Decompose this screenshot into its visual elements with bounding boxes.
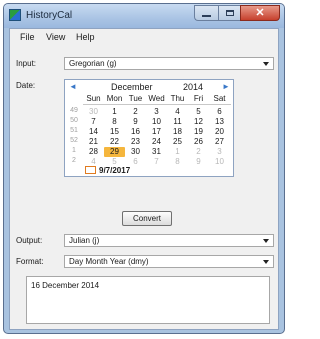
calendar-day[interactable]: 13 [209, 117, 230, 126]
calendar-day[interactable]: 4 [83, 157, 104, 166]
calendar-day-selected[interactable]: 29 [104, 147, 125, 157]
calendar-day[interactable]: 25 [167, 137, 188, 146]
calendar-day[interactable]: 3 [209, 147, 230, 156]
close-button[interactable]: ✕ [240, 5, 280, 21]
calendar-day[interactable]: 28 [83, 147, 104, 156]
weekday-label: Sat [213, 94, 226, 103]
week-number: 51 [70, 127, 78, 134]
calendar-day[interactable]: 10 [146, 117, 167, 126]
output-label: Output: [16, 236, 43, 245]
client-area: File View Help Input: Gregorian (g) Date… [9, 28, 279, 330]
week-number: 1 [72, 147, 76, 154]
calendar-day[interactable]: 5 [104, 157, 125, 166]
calendar-month[interactable]: December [111, 82, 153, 92]
calendar-day[interactable]: 20 [209, 127, 230, 136]
chevron-down-icon [263, 239, 269, 243]
today-link[interactable]: 9/7/2017 [99, 166, 130, 175]
calendar-day[interactable]: 6 [209, 107, 230, 116]
calendar-day[interactable]: 12 [188, 117, 209, 126]
title-bar[interactable]: HistoryCal ✕ [4, 4, 284, 28]
calendar-day[interactable]: 24 [146, 137, 167, 146]
calendar-day[interactable]: 10 [209, 157, 230, 166]
calendar-day[interactable]: 26 [188, 137, 209, 146]
convert-button[interactable]: Convert [122, 211, 172, 226]
weekday-label: Wed [148, 94, 165, 103]
calendar-day[interactable]: 14 [83, 127, 104, 136]
prev-month-icon[interactable]: ◄ [69, 82, 77, 91]
chevron-down-icon [263, 260, 269, 264]
next-month-icon[interactable]: ► [222, 82, 230, 91]
calendar-day[interactable]: 7 [83, 117, 104, 126]
calendar-day[interactable]: 2 [125, 107, 146, 116]
week-number: 52 [70, 137, 78, 144]
calendar-day[interactable]: 8 [167, 157, 188, 166]
date-calendar[interactable]: ◄ December 2014 ► Sun Mon Tue Wed Thu Fri Sat … [64, 79, 234, 177]
calendar-day[interactable]: 16 [125, 127, 146, 136]
calendar-day[interactable]: 27 [209, 137, 230, 146]
format-select[interactable]: Day Month Year (dmy) [64, 255, 274, 268]
calendar-year[interactable]: 2014 [183, 82, 203, 92]
calendar-day[interactable]: 9 [125, 117, 146, 126]
app-window: HistoryCal ✕ File View Help Input: Grego… [3, 3, 285, 334]
close-icon: ✕ [255, 6, 265, 19]
calendar-day[interactable]: 1 [104, 107, 125, 116]
window-controls: ✕ [194, 5, 280, 21]
calendar-day[interactable]: 11 [167, 117, 188, 126]
week-number: 50 [70, 117, 78, 124]
calendar-day[interactable]: 6 [125, 157, 146, 166]
window-title: HistoryCal [26, 10, 73, 21]
calendar-day[interactable]: 7 [146, 157, 167, 166]
chevron-down-icon [263, 62, 269, 66]
output-calendar-value: Julian (j) [69, 236, 100, 245]
weekday-label: Thu [170, 94, 185, 103]
week-number: 49 [70, 107, 78, 114]
calendar-day[interactable]: 15 [104, 127, 125, 136]
calendar-day[interactable]: 21 [83, 137, 104, 146]
calendar-day[interactable]: 22 [104, 137, 125, 146]
calendar-day[interactable]: 1 [167, 147, 188, 156]
format-label: Format: [16, 257, 44, 266]
menu-help[interactable]: Help [76, 32, 95, 42]
weekday-label: Sun [86, 94, 101, 103]
menu-view[interactable]: View [46, 32, 65, 42]
calendar-day[interactable]: 18 [167, 127, 188, 136]
weekday-label: Tue [128, 94, 143, 103]
calendar-day[interactable]: 5 [188, 107, 209, 116]
calendar-day[interactable]: 2 [188, 147, 209, 156]
maximize-icon [225, 10, 234, 16]
calendar-day[interactable]: 30 [125, 147, 146, 156]
maximize-button[interactable] [218, 5, 240, 21]
calendar-day[interactable]: 30 [83, 107, 104, 116]
weekday-divider [83, 104, 231, 105]
calendar-header: ◄ December 2014 ► [65, 80, 233, 94]
calendar-day[interactable]: 17 [146, 127, 167, 136]
week-number: 2 [72, 157, 76, 164]
weekday-label: Mon [106, 94, 123, 103]
result-textarea[interactable]: 16 December 2014 [26, 276, 270, 324]
date-label: Date: [16, 81, 36, 90]
menu-bar: File View Help [10, 29, 278, 45]
calendar-day[interactable]: 8 [104, 117, 125, 126]
minimize-button[interactable] [194, 5, 218, 21]
result-text: 16 December 2014 [31, 281, 100, 290]
format-value: Day Month Year (dmy) [69, 257, 149, 266]
calendar-day[interactable]: 9 [188, 157, 209, 166]
today-marker-icon [85, 166, 96, 174]
output-calendar-select[interactable]: Julian (j) [64, 234, 274, 247]
menu-file[interactable]: File [20, 32, 35, 42]
calendar-day[interactable]: 4 [167, 107, 188, 116]
calendar-day[interactable]: 31 [146, 147, 167, 156]
input-calendar-select[interactable]: Gregorian (g) [64, 57, 274, 70]
calendar-day[interactable]: 19 [188, 127, 209, 136]
app-icon [9, 9, 21, 21]
input-calendar-value: Gregorian (g) [69, 59, 117, 68]
calendar-day[interactable]: 23 [125, 137, 146, 146]
minimize-icon [202, 14, 211, 17]
weekday-label: Fri [193, 94, 204, 103]
calendar-day[interactable]: 3 [146, 107, 167, 116]
input-label: Input: [16, 59, 37, 68]
